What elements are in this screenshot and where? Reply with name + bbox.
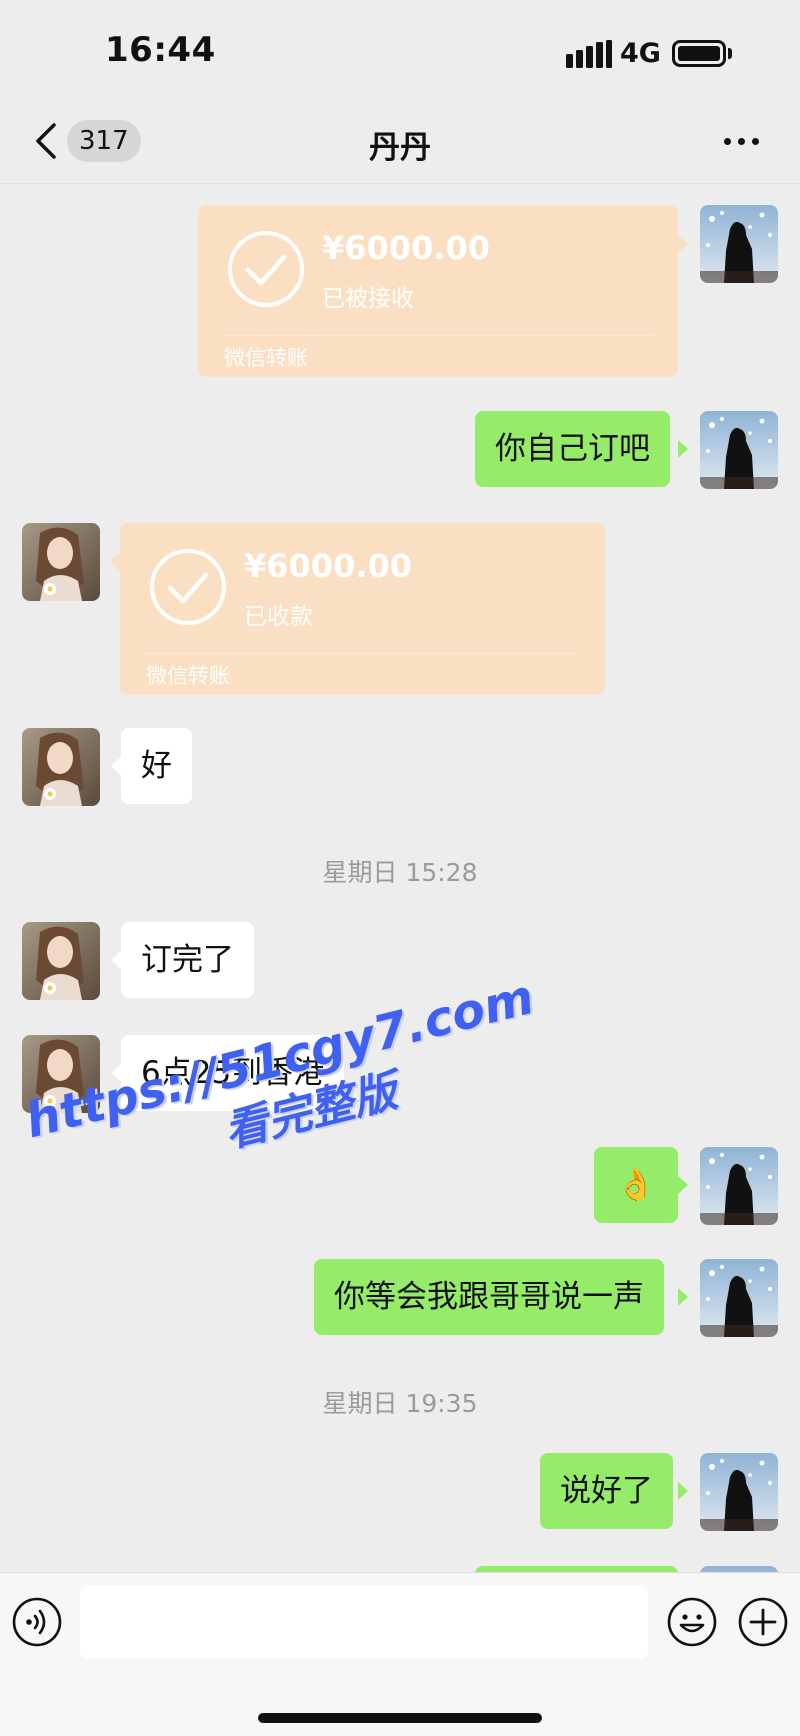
status-time: 16:44 xyxy=(105,30,216,70)
input-bar xyxy=(0,1572,800,1736)
my-avatar[interactable] xyxy=(700,205,778,283)
bubble-tail xyxy=(678,1482,688,1500)
plus-icon[interactable] xyxy=(738,1597,788,1647)
bubble-tail xyxy=(678,440,688,458)
bubble-tail xyxy=(678,235,688,253)
battery-icon xyxy=(672,40,726,67)
transfer-label: 微信转账 xyxy=(224,346,308,370)
transfer-divider xyxy=(144,653,581,654)
bubble-tail xyxy=(111,757,121,775)
voice-icon[interactable] xyxy=(12,1597,62,1647)
contact-message-bubble[interactable]: 好 xyxy=(121,728,192,804)
transfer-status: 已收款 xyxy=(244,604,313,630)
transfer-status: 已被接收 xyxy=(322,286,414,312)
transfer-amount: ¥6000.00 xyxy=(244,547,413,585)
transfer-card[interactable]: ¥6000.00 已收款 微信转账 xyxy=(120,523,605,695)
message-input[interactable] xyxy=(80,1585,648,1659)
contact-avatar[interactable] xyxy=(22,728,100,806)
contact-message-bubble[interactable]: 订完了 xyxy=(121,922,254,998)
check-circle-icon xyxy=(150,549,226,625)
bubble-tail xyxy=(110,553,120,571)
contact-avatar[interactable] xyxy=(22,523,100,601)
my-message-bubble[interactable]: 你等会我跟哥哥说一声 xyxy=(314,1259,664,1335)
my-avatar[interactable] xyxy=(700,1147,778,1225)
chevron-left-icon[interactable] xyxy=(34,122,58,160)
chat-title: 丹丹 xyxy=(369,130,431,166)
my-avatar[interactable] xyxy=(700,411,778,489)
message-timestamp: 星期日 15:28 xyxy=(322,858,478,887)
transfer-card[interactable]: ¥6000.00 已被接收 微信转账 xyxy=(198,205,678,377)
transfer-amount: ¥6000.00 xyxy=(322,229,491,267)
network-type: 4G xyxy=(620,38,661,69)
battery-tip xyxy=(728,48,732,59)
message-timestamp: 星期日 19:35 xyxy=(322,1389,478,1418)
transfer-label: 微信转账 xyxy=(146,664,230,688)
bubble-tail xyxy=(111,951,121,969)
more-dots-icon[interactable] xyxy=(724,138,760,146)
my-message-bubble[interactable]: 你自己订吧 xyxy=(475,411,670,487)
signal-icon xyxy=(566,40,612,68)
unread-count-badge[interactable]: 317 xyxy=(67,120,141,162)
bubble-tail xyxy=(678,1176,688,1194)
watermark: https://51cgy7.com 看完整版 xyxy=(20,969,553,1206)
emoji-icon[interactable] xyxy=(667,1597,717,1647)
my-message-bubble[interactable]: 👌 xyxy=(594,1147,678,1223)
transfer-divider xyxy=(222,335,654,336)
chat-header: 317 丹丹 xyxy=(0,98,800,184)
home-indicator xyxy=(258,1713,542,1723)
check-circle-icon xyxy=(228,231,304,307)
bubble-tail xyxy=(678,1288,688,1306)
my-avatar[interactable] xyxy=(700,1453,778,1531)
my-message-bubble[interactable]: 说好了 xyxy=(540,1453,673,1529)
contact-avatar[interactable] xyxy=(22,922,100,1000)
my-avatar[interactable] xyxy=(700,1259,778,1337)
